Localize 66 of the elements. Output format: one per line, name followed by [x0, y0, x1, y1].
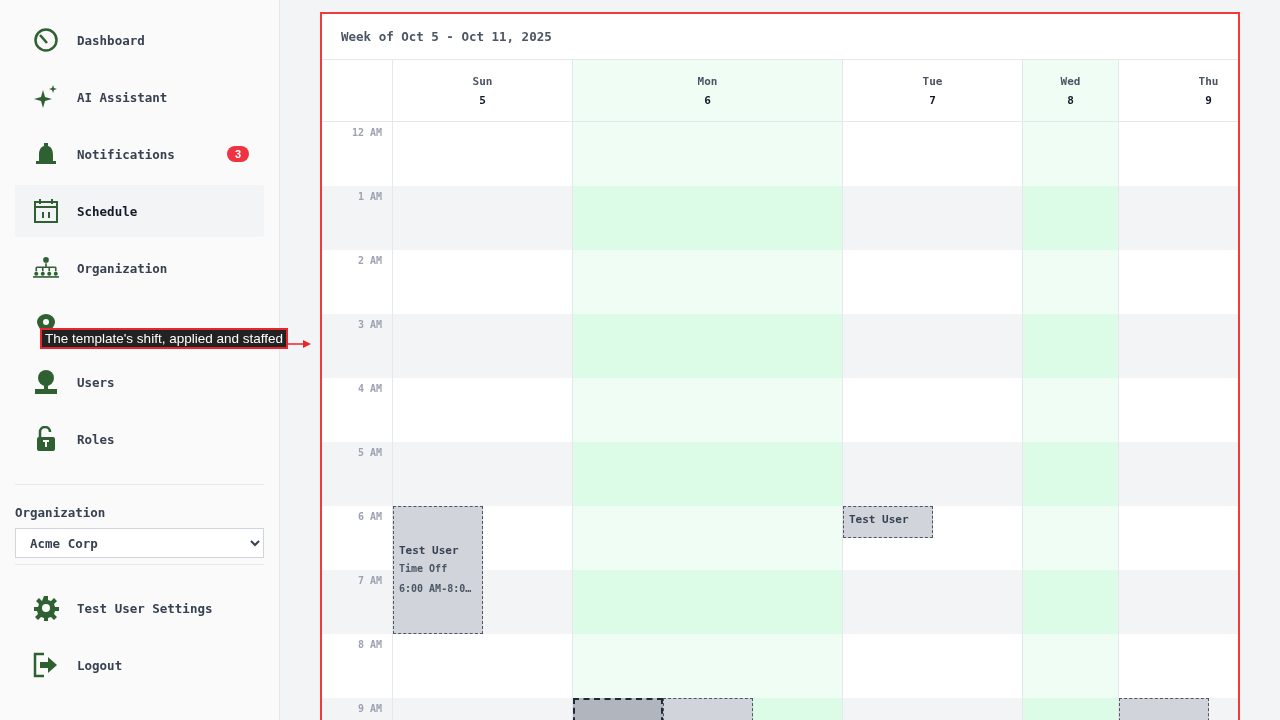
time-slot[interactable]	[573, 442, 842, 506]
hour-label: 7 AM	[357, 575, 382, 588]
annotation-tooltip: The template's shift, applied and staffed	[40, 328, 288, 349]
nav-item[interactable]: Logout	[15, 639, 264, 691]
hour-label: 9 AM	[357, 703, 382, 716]
person-icon	[33, 369, 59, 395]
bell-icon	[33, 141, 59, 167]
time-slot[interactable]	[1023, 250, 1118, 314]
nav-item[interactable]: Test User Settings	[15, 582, 264, 634]
week-title: Week of Oct 5 - Oct 11, 2025	[341, 29, 552, 44]
time-slot[interactable]	[573, 506, 842, 570]
nav-item[interactable]: AI Assistant	[15, 71, 264, 123]
callout-arrow	[288, 338, 312, 349]
nav-item[interactable]: Notifications 3	[15, 128, 264, 180]
hour-label: 4 AM	[357, 383, 382, 396]
time-slot[interactable]	[573, 314, 842, 378]
hour-label: 3 AM	[357, 319, 382, 332]
time-slot[interactable]	[1023, 378, 1118, 442]
hour-label: 5 AM	[357, 447, 382, 460]
time-slot[interactable]	[1023, 186, 1118, 250]
nav-item[interactable]: Dashboard	[15, 14, 264, 66]
nav-item[interactable]: Roles	[15, 413, 264, 465]
time-slot[interactable]	[483, 570, 572, 634]
time-slot[interactable]	[1023, 506, 1118, 570]
calendar-icon	[33, 198, 59, 224]
day-header: Mon 6	[573, 60, 842, 122]
time-slot[interactable]	[573, 570, 842, 634]
day-header: Thu 9	[1119, 60, 1238, 122]
hour-label: 2 AM	[357, 255, 382, 268]
nav-item[interactable]: Users	[15, 356, 264, 408]
day-header: Wed 8	[1023, 60, 1118, 122]
time-slot[interactable]	[1023, 442, 1118, 506]
shift-block[interactable]: Test User Time Off 6:00 AM-8:0…	[393, 506, 483, 634]
gauge-icon	[33, 27, 59, 53]
time-slot[interactable]	[1023, 570, 1118, 634]
shift-detail: Time Off	[399, 561, 449, 576]
time-slot[interactable]	[573, 186, 842, 250]
hour-label: 8 AM	[357, 639, 382, 652]
nav-item[interactable]: Organization	[15, 242, 264, 294]
day-header: Sun 5	[393, 60, 572, 122]
time-slot[interactable]	[843, 186, 1022, 250]
time-slot[interactable]	[843, 442, 1022, 506]
shift-detail: 6:00 AM-8:0…	[399, 581, 473, 596]
day-header: Tue 7	[843, 60, 1022, 122]
time-slot[interactable]	[843, 570, 1022, 634]
time-slot[interactable]	[573, 122, 842, 186]
gear-icon	[33, 595, 59, 621]
hour-label: 12 AM	[351, 127, 382, 140]
organization-select[interactable]: Acme Corp	[15, 528, 264, 558]
logout-icon	[33, 652, 59, 678]
time-slot[interactable]	[1023, 122, 1118, 186]
hour-label: 6 AM	[357, 511, 382, 524]
time-slot[interactable]	[843, 314, 1022, 378]
shift-name: Test User	[849, 513, 910, 526]
shift-name: Test User	[399, 543, 460, 557]
time-slot[interactable]	[393, 186, 572, 250]
hour-label: 1 AM	[357, 191, 382, 204]
time-slot[interactable]	[573, 378, 842, 442]
organization-label: Organization	[15, 505, 107, 520]
count-badge: 3	[226, 146, 249, 162]
time-slot[interactable]	[573, 250, 842, 314]
nav-item[interactable]: Schedule	[15, 185, 264, 237]
time-slot[interactable]	[393, 442, 572, 506]
time-slot[interactable]	[1023, 314, 1118, 378]
shift-block[interactable]: Test User	[843, 506, 933, 538]
time-slot[interactable]	[393, 314, 572, 378]
